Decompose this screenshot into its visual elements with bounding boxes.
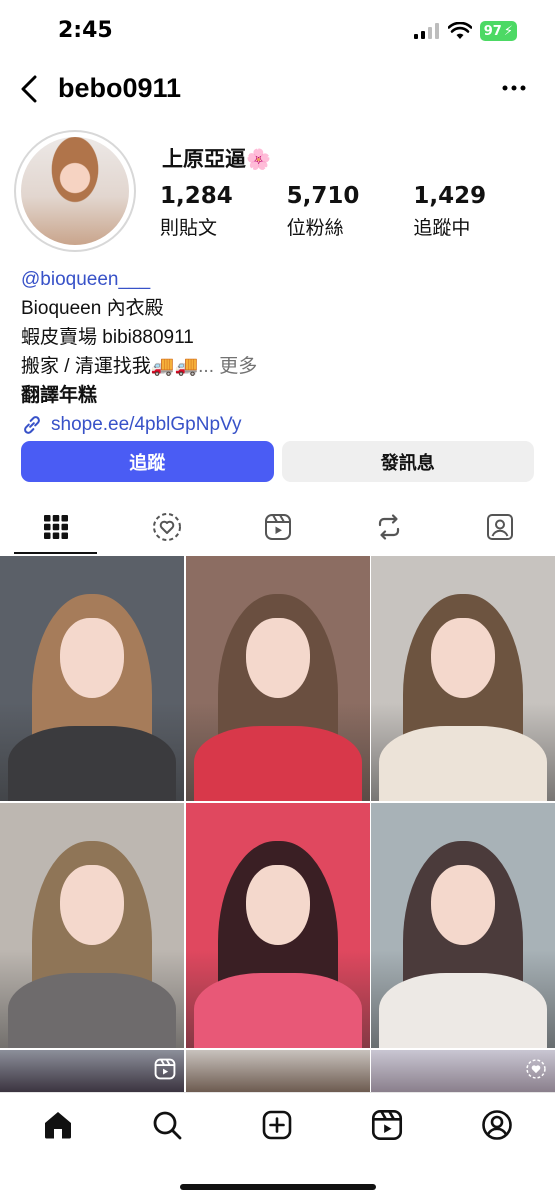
display-name: 上原亞逼🌸: [162, 143, 271, 173]
nav-home[interactable]: [40, 1107, 76, 1143]
stat-followers-value: 5,710: [286, 183, 360, 209]
search-icon: [153, 1111, 182, 1140]
bio-more-link[interactable]: ... 更多: [198, 356, 257, 377]
face-shape: [245, 865, 310, 945]
body-shape: [193, 726, 362, 801]
create-icon: [262, 1110, 292, 1140]
post-thumbnail[interactable]: [185, 556, 370, 801]
face-shape: [60, 865, 124, 945]
chevron-left-icon: [21, 75, 37, 103]
bio-line: Bioqueen 內衣殿: [21, 298, 164, 319]
status-icons: 97 ⚡: [413, 21, 517, 41]
flower-emoji: 🌸: [246, 149, 271, 171]
bio-link-text: shope.ee/4pblGpNpVy: [51, 414, 242, 435]
face-shape: [245, 618, 310, 698]
stat-followers-label: 位粉絲: [286, 218, 344, 239]
battery-level: 97: [483, 23, 502, 39]
post-thumbnail[interactable]: [185, 803, 370, 1048]
battery-icon: 97 ⚡: [479, 21, 517, 41]
profile-icon: [482, 1110, 512, 1140]
face-shape: [60, 618, 124, 698]
nav-reels[interactable]: [369, 1107, 405, 1143]
repost-icon: [378, 514, 399, 540]
reel-badge-icon: [154, 1058, 176, 1080]
link-icon: [24, 415, 40, 434]
post-thumbnail[interactable]: [371, 1050, 555, 1092]
post-thumbnail[interactable]: [371, 556, 555, 801]
bio-line: 翻譯年糕: [21, 385, 98, 406]
bio-external-link[interactable]: shope.ee/4pblGpNpVy: [21, 410, 541, 439]
tab-liked-reels[interactable]: [111, 500, 222, 554]
liked-reel-badge-icon: [526, 1059, 546, 1079]
ellipsis-icon: [502, 85, 526, 91]
bio-handle-link[interactable]: @bioqueen___: [21, 265, 541, 294]
header-username: bebo0911: [58, 73, 182, 103]
nav-profile[interactable]: [479, 1107, 515, 1143]
stat-posts-value: 1,284: [160, 183, 233, 209]
cellular-signal-icon: [413, 23, 439, 39]
reels-icon: [264, 514, 291, 540]
body-shape: [379, 726, 547, 801]
stat-following[interactable]: 1,429 追蹤中: [413, 183, 540, 240]
wifi-icon: [447, 22, 472, 39]
reels-heart-icon: [152, 513, 181, 541]
stat-posts[interactable]: 1,284 則貼文: [160, 183, 287, 240]
body-shape: [193, 973, 362, 1048]
avatar-ring[interactable]: [14, 130, 136, 252]
follow-button[interactable]: 追蹤: [21, 441, 274, 482]
profile-tabs: [0, 500, 555, 554]
nav-create[interactable]: [259, 1107, 295, 1143]
profile-header-bar: bebo0911: [0, 68, 555, 112]
message-button[interactable]: 發訊息: [281, 441, 534, 482]
stat-posts-label: 則貼文: [160, 218, 218, 239]
avatar: [21, 137, 129, 245]
post-thumbnail[interactable]: [371, 803, 555, 1048]
home-icon: [45, 1112, 71, 1139]
body-shape: [8, 726, 176, 801]
face-shape: [431, 865, 495, 945]
tagged-icon: [486, 514, 513, 540]
back-button[interactable]: [14, 74, 44, 104]
tab-tagged[interactable]: [444, 500, 555, 554]
reels-icon: [371, 1109, 403, 1141]
post-thumbnail[interactable]: [185, 1050, 370, 1092]
charging-icon: ⚡: [503, 23, 513, 39]
face-shape: [431, 618, 495, 698]
body-shape: [8, 973, 176, 1048]
profile-stats: 1,284 則貼文 5,710 位粉絲 1,429 追蹤中: [160, 183, 540, 240]
post-thumbnail[interactable]: [0, 1050, 184, 1092]
stat-followers[interactable]: 5,710 位粉絲: [287, 183, 414, 240]
tab-posts-grid[interactable]: [0, 500, 111, 554]
body-shape: [379, 973, 547, 1048]
post-thumbnail[interactable]: [0, 556, 184, 801]
tab-reposts[interactable]: [333, 500, 444, 554]
tab-reels[interactable]: [222, 500, 333, 554]
more-options-button[interactable]: [499, 78, 529, 98]
display-name-text: 上原亞逼: [162, 148, 246, 171]
bio: @bioqueen___ Bioqueen 內衣殿 蝦皮賣場 bibi88091…: [21, 265, 541, 439]
status-time: 2:45: [58, 18, 113, 43]
home-indicator: [180, 1184, 376, 1190]
stat-following-value: 1,429: [413, 183, 487, 209]
bio-line: 蝦皮賣場 bibi880911: [21, 327, 194, 348]
bottom-nav: [0, 1092, 555, 1200]
nav-search[interactable]: [149, 1107, 185, 1143]
stat-following-label: 追蹤中: [413, 218, 471, 239]
bio-line-with-more: 搬家 / 清運找我🚚🚚... 更多: [21, 352, 541, 381]
action-buttons: 追蹤 發訊息: [21, 441, 534, 482]
grid-icon: [43, 515, 68, 539]
posts-grid: [0, 556, 555, 1092]
status-bar: 2:45 97 ⚡: [0, 0, 555, 62]
post-thumbnail[interactable]: [0, 803, 184, 1048]
bio-line: 搬家 / 清運找我🚚🚚: [21, 356, 199, 377]
